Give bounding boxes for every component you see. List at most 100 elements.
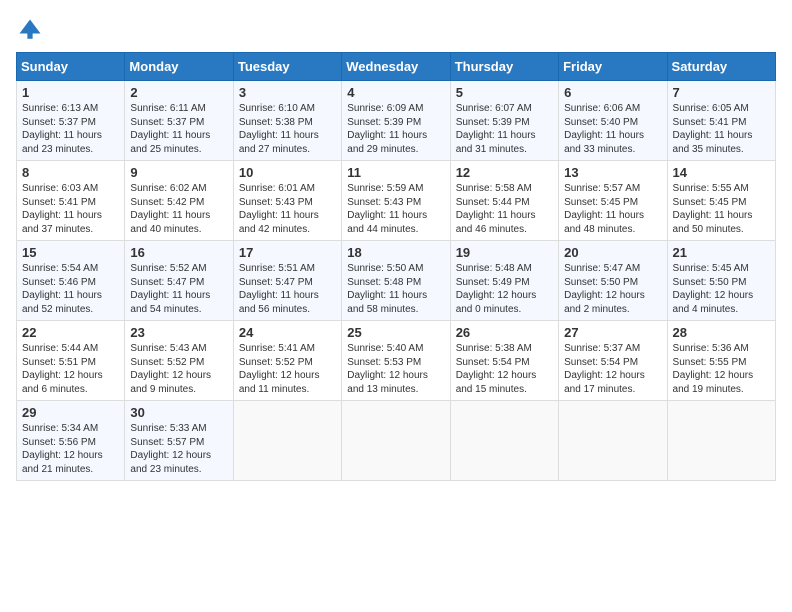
day-info: Sunset: 5:41 PM bbox=[22, 196, 119, 210]
header-wednesday: Wednesday bbox=[342, 53, 450, 81]
day-info: Daylight: 11 hours bbox=[130, 209, 227, 223]
day-number: 20 bbox=[564, 245, 661, 260]
day-info: Sunrise: 5:33 AM bbox=[130, 422, 227, 436]
calendar-cell: 15Sunrise: 5:54 AMSunset: 5:46 PMDayligh… bbox=[17, 241, 125, 321]
day-info: Daylight: 11 hours bbox=[22, 289, 119, 303]
day-info: Sunrise: 5:47 AM bbox=[564, 262, 661, 276]
day-info: Daylight: 11 hours bbox=[22, 209, 119, 223]
day-info: and 56 minutes. bbox=[239, 303, 336, 317]
day-info: and 15 minutes. bbox=[456, 383, 553, 397]
day-info: Daylight: 12 hours bbox=[130, 369, 227, 383]
day-number: 11 bbox=[347, 165, 444, 180]
day-info: Sunrise: 5:41 AM bbox=[239, 342, 336, 356]
day-info: and 4 minutes. bbox=[673, 303, 770, 317]
day-info: Sunrise: 5:38 AM bbox=[456, 342, 553, 356]
calendar-cell: 17Sunrise: 5:51 AMSunset: 5:47 PMDayligh… bbox=[233, 241, 341, 321]
day-info: Sunset: 5:55 PM bbox=[673, 356, 770, 370]
day-number: 15 bbox=[22, 245, 119, 260]
day-info: Daylight: 11 hours bbox=[130, 129, 227, 143]
calendar-cell bbox=[450, 401, 558, 481]
calendar-cell: 20Sunrise: 5:47 AMSunset: 5:50 PMDayligh… bbox=[559, 241, 667, 321]
day-info: Sunset: 5:47 PM bbox=[130, 276, 227, 290]
day-info: Sunrise: 5:40 AM bbox=[347, 342, 444, 356]
day-info: Sunrise: 6:11 AM bbox=[130, 102, 227, 116]
day-info: Daylight: 12 hours bbox=[673, 369, 770, 383]
day-info: Daylight: 12 hours bbox=[456, 369, 553, 383]
calendar-cell: 26 Sunrise: 5:38 AMSunset: 5:54 PMDayligh… bbox=[450, 321, 558, 401]
day-info: Sunset: 5:39 PM bbox=[456, 116, 553, 130]
day-number: 21 bbox=[673, 245, 770, 260]
calendar-cell: 12 Sunrise: 5:58 AMSunset: 5:44 PMDayligh… bbox=[450, 161, 558, 241]
day-number: 14 bbox=[673, 165, 770, 180]
day-info: Daylight: 11 hours bbox=[347, 209, 444, 223]
calendar-cell: 28Sunrise: 5:36 AMSunset: 5:55 PMDayligh… bbox=[667, 321, 775, 401]
day-info: Sunset: 5:56 PM bbox=[22, 436, 119, 450]
day-info: Daylight: 11 hours bbox=[239, 209, 336, 223]
day-info: Sunset: 5:57 PM bbox=[130, 436, 227, 450]
day-info: and 29 minutes. bbox=[347, 143, 444, 157]
day-info: Daylight: 11 hours bbox=[239, 289, 336, 303]
calendar-cell bbox=[559, 401, 667, 481]
day-info: Sunrise: 5:34 AM bbox=[22, 422, 119, 436]
day-number: 12 bbox=[456, 165, 553, 180]
day-info: Daylight: 11 hours bbox=[673, 209, 770, 223]
day-info: Daylight: 11 hours bbox=[456, 209, 553, 223]
day-info: and 50 minutes. bbox=[673, 223, 770, 237]
day-number: 29 bbox=[22, 405, 119, 420]
day-info: and 13 minutes. bbox=[347, 383, 444, 397]
day-info: and 40 minutes. bbox=[130, 223, 227, 237]
day-info: Sunrise: 5:58 AM bbox=[456, 182, 553, 196]
day-info: Sunrise: 5:55 AM bbox=[673, 182, 770, 196]
day-info: Daylight: 12 hours bbox=[22, 449, 119, 463]
day-info: Sunset: 5:44 PM bbox=[456, 196, 553, 210]
day-number: 7 bbox=[673, 85, 770, 100]
day-info: Daylight: 11 hours bbox=[564, 209, 661, 223]
calendar-cell: 30Sunrise: 5:33 AMSunset: 5:57 PMDayligh… bbox=[125, 401, 233, 481]
day-info: and 17 minutes. bbox=[564, 383, 661, 397]
calendar-cell: 3Sunrise: 6:10 AMSunset: 5:38 PMDaylight… bbox=[233, 81, 341, 161]
day-info: and 2 minutes. bbox=[564, 303, 661, 317]
calendar-cell: 11Sunrise: 5:59 AMSunset: 5:43 PMDayligh… bbox=[342, 161, 450, 241]
header-row: SundayMondayTuesdayWednesdayThursdayFrid… bbox=[17, 53, 776, 81]
day-info: Sunrise: 5:57 AM bbox=[564, 182, 661, 196]
calendar-cell: 7Sunrise: 6:05 AMSunset: 5:41 PMDaylight… bbox=[667, 81, 775, 161]
day-info: Sunset: 5:45 PM bbox=[564, 196, 661, 210]
day-info: Sunrise: 5:43 AM bbox=[130, 342, 227, 356]
calendar-cell: 29 Sunrise: 5:34 AMSunset: 5:56 PMDayligh… bbox=[17, 401, 125, 481]
day-number: 9 bbox=[130, 165, 227, 180]
day-info: and 25 minutes. bbox=[130, 143, 227, 157]
day-info: Sunrise: 5:45 AM bbox=[673, 262, 770, 276]
day-info: Daylight: 11 hours bbox=[130, 289, 227, 303]
day-info: Daylight: 12 hours bbox=[347, 369, 444, 383]
calendar-cell: 22Sunrise: 5:44 AMSunset: 5:51 PMDayligh… bbox=[17, 321, 125, 401]
day-number: 24 bbox=[239, 325, 336, 340]
day-info: and 19 minutes. bbox=[673, 383, 770, 397]
day-number: 17 bbox=[239, 245, 336, 260]
day-info: Sunset: 5:48 PM bbox=[347, 276, 444, 290]
day-info: and 37 minutes. bbox=[22, 223, 119, 237]
day-info: Daylight: 12 hours bbox=[564, 369, 661, 383]
day-info: Daylight: 12 hours bbox=[239, 369, 336, 383]
day-info: Daylight: 11 hours bbox=[347, 289, 444, 303]
day-info: Sunset: 5:42 PM bbox=[130, 196, 227, 210]
day-info: Sunset: 5:51 PM bbox=[22, 356, 119, 370]
day-info: Sunset: 5:54 PM bbox=[456, 356, 553, 370]
calendar-cell: 21Sunrise: 5:45 AMSunset: 5:50 PMDayligh… bbox=[667, 241, 775, 321]
calendar-cell: 16Sunrise: 5:52 AMSunset: 5:47 PMDayligh… bbox=[125, 241, 233, 321]
calendar-cell: 1Sunrise: 6:13 AMSunset: 5:37 PMDaylight… bbox=[17, 81, 125, 161]
day-info: Sunset: 5:49 PM bbox=[456, 276, 553, 290]
day-info: Sunset: 5:46 PM bbox=[22, 276, 119, 290]
day-number: 26 bbox=[456, 325, 553, 340]
day-info: and 23 minutes. bbox=[22, 143, 119, 157]
calendar-cell: 6Sunrise: 6:06 AMSunset: 5:40 PMDaylight… bbox=[559, 81, 667, 161]
day-info: Sunset: 5:39 PM bbox=[347, 116, 444, 130]
header-sunday: Sunday bbox=[17, 53, 125, 81]
day-info: Sunset: 5:43 PM bbox=[347, 196, 444, 210]
day-info: Daylight: 12 hours bbox=[130, 449, 227, 463]
calendar-cell: 19Sunrise: 5:48 AMSunset: 5:49 PMDayligh… bbox=[450, 241, 558, 321]
day-number: 25 bbox=[347, 325, 444, 340]
day-info: Daylight: 11 hours bbox=[239, 129, 336, 143]
calendar-cell: 25Sunrise: 5:40 AMSunset: 5:53 PMDayligh… bbox=[342, 321, 450, 401]
week-row-1: 1Sunrise: 6:13 AMSunset: 5:37 PMDaylight… bbox=[17, 81, 776, 161]
day-info: Sunrise: 5:36 AM bbox=[673, 342, 770, 356]
